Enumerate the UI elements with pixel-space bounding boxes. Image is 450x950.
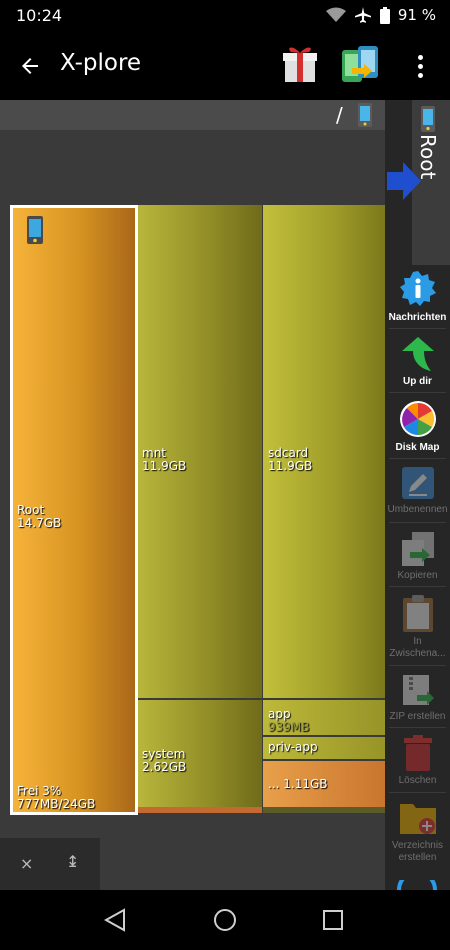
create-zip-button[interactable]: ZIP erstellen <box>385 673 450 723</box>
tool-label: Up dir <box>403 376 432 387</box>
wifi-icon <box>325 7 346 22</box>
close-icon[interactable]: × <box>20 854 33 873</box>
messages-button[interactable]: Nachrichten <box>385 270 450 324</box>
back-button[interactable] <box>14 50 46 82</box>
toolbar-divider <box>389 665 446 666</box>
disk-map-tile-other[interactable]: ... 1.11GB <box>263 761 385 807</box>
phone-device-icon[interactable] <box>358 103 372 127</box>
dual-pane-icon <box>342 46 378 82</box>
expand-icon[interactable]: ↨ <box>66 852 79 871</box>
app-title: X-plore <box>60 50 142 76</box>
tile-size: 1.11GB <box>283 777 328 791</box>
rename-icon <box>401 467 434 499</box>
pie-chart-icon <box>399 401 436 437</box>
toolbar-divider <box>389 586 446 587</box>
tile-label: system 2.62GB <box>142 748 186 774</box>
tile-label: ... 1.11GB <box>268 778 328 791</box>
dual-pane-button[interactable] <box>340 44 380 86</box>
copy-icon <box>401 532 434 566</box>
gift-button[interactable] <box>282 44 318 84</box>
toolbar-divider <box>389 458 446 459</box>
disk-map-tile-system[interactable]: system 2.62GB <box>138 700 262 807</box>
tile-label: Root 14.7GB <box>17 504 61 530</box>
create-folder-button[interactable]: Verzeichnis erstellen <box>385 800 450 864</box>
tile-label: mnt 11.9GB <box>142 447 186 473</box>
rename-button[interactable]: Umbenennen <box>385 466 450 516</box>
tile-size: 2.62GB <box>142 760 187 774</box>
toolbar-divider <box>389 792 446 793</box>
more-vert-icon-dot <box>417 63 423 69</box>
zip-icon <box>402 675 434 705</box>
nav-home-icon[interactable] <box>213 908 237 932</box>
arrow-right-icon <box>387 162 421 200</box>
disk-map-tile-other-files[interactable] <box>263 807 385 813</box>
free-detail: 777MB/24GB <box>17 797 96 811</box>
pane-bottom-bar: × ↨ <box>0 838 100 890</box>
more-vert-icon-dot <box>417 72 423 78</box>
toolbar-divider <box>389 522 446 523</box>
disk-map-tile-priv-app[interactable]: priv-app <box>263 737 385 759</box>
disk-map-tile-mnt[interactable]: mnt 11.9GB <box>138 205 262 698</box>
app-bar: X-plore <box>0 32 450 100</box>
more-vert-icon <box>417 54 423 60</box>
clipboard-icon <box>402 595 433 632</box>
tool-label: Nachrichten <box>388 312 447 323</box>
tool-label: In Zwischena... <box>389 636 446 659</box>
tool-label: Kopieren <box>397 570 438 581</box>
info-badge-icon <box>399 271 436 306</box>
path-bar: / <box>0 100 385 130</box>
phone-device-icon <box>421 106 435 132</box>
clipboard-button[interactable]: In Zwischena... <box>385 594 450 660</box>
airplane-icon <box>354 7 371 23</box>
new-folder-icon <box>399 804 436 834</box>
disk-map-tile-sdcard[interactable]: sdcard 11.9GB <box>263 205 385 698</box>
disk-map: Root 14.7GB Frei 3% 777MB/24GB mnt 11.9G… <box>10 205 385 815</box>
nav-recents-icon[interactable] <box>322 908 344 932</box>
tool-label: Umbenennen <box>387 504 448 515</box>
free-space-label: Frei 3% 777MB/24GB <box>17 785 95 811</box>
battery-icon <box>379 6 390 24</box>
tile-size: 939MB <box>268 720 310 734</box>
tile-name: priv-app <box>268 740 318 754</box>
toolbar-divider <box>389 328 446 329</box>
tile-size: 11.9GB <box>142 459 187 473</box>
tile-size: 14.7GB <box>17 516 62 530</box>
status-time: 10:24 <box>16 6 63 25</box>
nav-back-icon[interactable] <box>104 908 126 932</box>
arrow-left-icon <box>22 58 38 74</box>
trash-icon <box>403 735 432 771</box>
delete-button[interactable]: Löschen <box>385 735 450 787</box>
disk-map-tile-system-files[interactable] <box>138 807 262 813</box>
battery-percent: 91 % <box>397 6 436 24</box>
tool-label: Löschen <box>398 775 437 786</box>
phone-device-icon <box>27 216 43 244</box>
disk-map-button[interactable]: Disk Map <box>385 400 450 454</box>
copy-button[interactable]: Kopieren <box>385 530 450 582</box>
tile-label: app 939MB <box>268 708 310 734</box>
toolbar-divider <box>389 727 446 728</box>
system-nav-bar <box>0 890 450 950</box>
disk-map-tile-root[interactable]: Root 14.7GB Frei 3% 777MB/24GB <box>10 205 138 815</box>
disk-map-tile-app[interactable]: app 939MB <box>263 700 385 735</box>
partial-toolbar-icon <box>397 880 437 890</box>
tile-name: ... <box>268 777 280 791</box>
path-separator[interactable]: / <box>336 103 343 127</box>
gift-icon <box>283 47 317 82</box>
tile-size: 11.9GB <box>268 459 313 473</box>
status-icons: 91 % <box>325 6 436 24</box>
up-dir-button[interactable]: Up dir <box>385 336 450 388</box>
toolbar-divider <box>389 392 446 393</box>
tile-label: sdcard 11.9GB <box>268 447 312 473</box>
tool-label: ZIP erstellen <box>389 711 446 722</box>
status-bar: 10:24 91 % <box>0 0 450 32</box>
up-arrow-icon <box>401 337 434 371</box>
disk-map-pane: / Root 14.7GB Frei 3% 777MB/24GB mnt 11.… <box>0 100 385 890</box>
tool-label: Verzeichnis erstellen <box>391 840 444 863</box>
right-toolbar: Root Nachrichten Up dir Disk Map Umbenen… <box>385 100 450 890</box>
more-menu-button[interactable] <box>408 50 432 82</box>
tool-label: Disk Map <box>395 442 440 453</box>
